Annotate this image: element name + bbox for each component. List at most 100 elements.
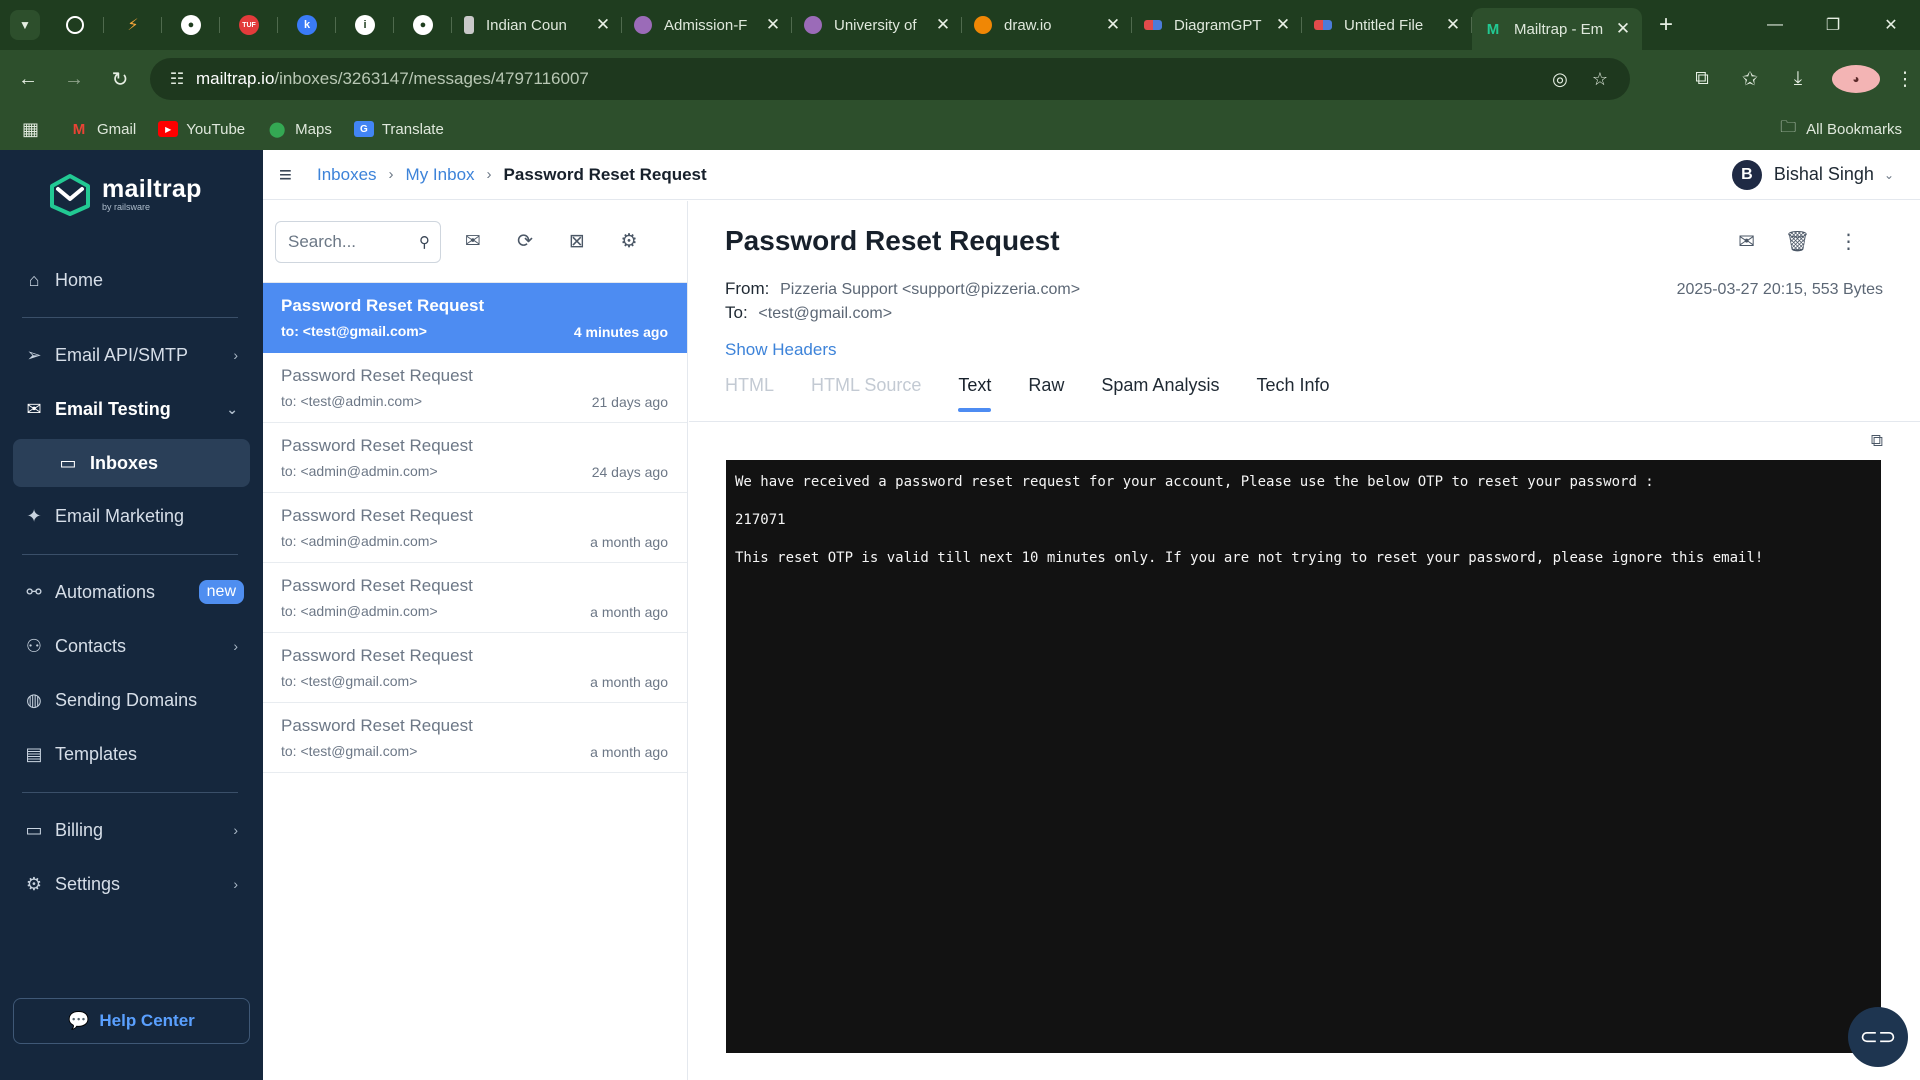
pinned-tab[interactable]: k [278, 0, 336, 50]
search-icon[interactable]: ⚲ [419, 233, 430, 251]
extensions-icon[interactable]: ⧉ [1678, 68, 1726, 90]
browser-tab[interactable]: DiagramGPT ✕ [1132, 0, 1302, 50]
hamburger-menu-icon[interactable]: ≡ [279, 162, 303, 188]
menu-icon[interactable]: ⋮ [1890, 68, 1920, 91]
pinned-tab[interactable]: ● [162, 0, 220, 50]
bookmark-maps[interactable]: ⬤ Maps [267, 121, 332, 139]
browser-tab[interactable]: Untitled File ✕ [1302, 0, 1472, 50]
sidebar-item-billing[interactable]: ▭ Billing › [14, 807, 250, 853]
forward-mail-icon[interactable]: ✉ [1721, 229, 1772, 254]
apps-grid-icon[interactable]: ▦ [22, 119, 39, 140]
pinned-tab[interactable]: ● [394, 0, 452, 50]
close-tab-icon[interactable]: ✕ [1444, 15, 1462, 35]
pinned-tab[interactable]: ⚡ [104, 0, 162, 50]
message-row[interactable]: Password Reset Request to: <test@gmail.c… [263, 633, 687, 703]
sidebar-item-label: Templates [55, 743, 138, 764]
pinned-tab[interactable]: TUF [220, 0, 278, 50]
tab-text[interactable]: Text [958, 375, 992, 412]
trash-icon[interactable]: 🗑 [1772, 229, 1823, 254]
refresh-icon[interactable]: ⟳ [499, 230, 551, 253]
new-tab-button[interactable]: + [1648, 7, 1684, 43]
mailtrap-logo[interactable]: mailtrap by railsware [48, 172, 202, 216]
close-tab-icon[interactable]: ✕ [1104, 15, 1122, 35]
close-window-icon[interactable]: ✕ [1862, 0, 1920, 50]
close-tab-icon[interactable]: ✕ [1614, 19, 1632, 39]
sidebar-item-automations[interactable]: ⚯ Automations new [14, 569, 250, 615]
tab-raw[interactable]: Raw [1028, 375, 1064, 408]
close-tab-icon[interactable]: ✕ [594, 15, 612, 35]
eye-off-icon[interactable]: ◎ [1540, 69, 1580, 90]
more-options-icon[interactable]: ⋮ [1823, 229, 1874, 254]
tab-html-source[interactable]: HTML Source [811, 375, 921, 408]
tab-html[interactable]: HTML [725, 375, 774, 408]
sidebar-item-home[interactable]: ⌂ Home [14, 257, 250, 303]
sidebar-item-email-marketing[interactable]: ✦ Email Marketing [14, 493, 250, 539]
message-row[interactable]: Password Reset Request to: <test@admin.c… [263, 353, 687, 423]
all-bookmarks[interactable]: 🗀 All Bookmarks [1780, 116, 1902, 143]
university-icon [634, 16, 652, 34]
reload-icon[interactable]: ↻ [100, 59, 140, 99]
sidebar-item-inboxes[interactable]: ▭ Inboxes [13, 439, 250, 487]
sidebar-item-sending-domains[interactable]: ◍ Sending Domains [14, 677, 250, 723]
close-tab-icon[interactable]: ✕ [764, 15, 782, 35]
message-row-selected[interactable]: Password Reset Request to: <test@gmail.c… [263, 283, 687, 353]
open-external-icon[interactable]: ⧉ [1871, 431, 1883, 451]
close-tab-icon[interactable]: ✕ [1274, 15, 1292, 35]
message-row[interactable]: Password Reset Request to: <admin@admin.… [263, 493, 687, 563]
bookmark-gmail[interactable]: M Gmail [69, 121, 136, 138]
message-row[interactable]: Password Reset Request to: <admin@admin.… [263, 563, 687, 633]
tab-search-button[interactable]: ▼ [10, 10, 40, 40]
gear-icon[interactable]: ⚙ [603, 230, 655, 253]
message-row[interactable]: Password Reset Request to: <test@gmail.c… [263, 703, 687, 773]
restore-icon[interactable]: ❐ [1804, 0, 1862, 50]
from-value: Pizzeria Support <support@pizzeria.com> [780, 281, 1081, 298]
mark-read-icon[interactable]: ✉ [447, 230, 499, 253]
bookmark-translate[interactable]: G Translate [353, 121, 444, 138]
sidebar-item-email-api[interactable]: ➢ Email API/SMTP › [14, 332, 250, 378]
chevron-right-icon: › [233, 822, 238, 838]
breadcrumb-my-inbox[interactable]: My Inbox [406, 165, 475, 185]
sidebar-item-templates[interactable]: ▤ Templates [14, 731, 250, 777]
bookmark-youtube[interactable]: ▶ YouTube [158, 121, 245, 138]
tab-title: draw.io [1004, 16, 1052, 34]
pinned-tab[interactable] [46, 0, 104, 50]
chevron-right-icon: › [388, 166, 394, 183]
tab-tech-info[interactable]: Tech Info [1256, 375, 1329, 408]
chevron-right-icon: › [233, 876, 238, 892]
breadcrumb-inboxes[interactable]: Inboxes [317, 165, 377, 185]
tab-spam-analysis[interactable]: Spam Analysis [1101, 375, 1219, 408]
bookmark-star-icon[interactable]: ☆ [1580, 69, 1620, 90]
sidebar-item-contacts[interactable]: ⚇ Contacts › [14, 623, 250, 669]
sidebar-item-email-testing[interactable]: ✉ Email Testing ⌄ [14, 386, 250, 432]
url-text[interactable]: mailtrap.io/inboxes/3263147/messages/479… [196, 69, 589, 89]
sidebar-item-label: Billing [55, 819, 104, 840]
sidebar-item-settings[interactable]: ⚙ Settings › [14, 861, 250, 907]
show-headers-link[interactable]: Show Headers [725, 340, 837, 360]
billing-icon: ▭ [25, 819, 43, 840]
browser-tab[interactable]: draw.io ✕ [962, 0, 1132, 50]
url-path: /inboxes/3263147/messages/4797116007 [274, 69, 589, 88]
browser-tab-active[interactable]: M Mailtrap - Em ✕ [1472, 8, 1642, 50]
close-tab-icon[interactable]: ✕ [934, 15, 952, 35]
message-row[interactable]: Password Reset Request to: <admin@admin.… [263, 423, 687, 493]
eraser-icon [1144, 20, 1162, 30]
forward-icon[interactable]: → [54, 59, 94, 99]
pinned-tab[interactable]: i [336, 0, 394, 50]
browser-tab[interactable]: Indian Coun ✕ [452, 0, 622, 50]
bookmarks-icon[interactable]: ✩ [1726, 68, 1774, 91]
search-box[interactable]: ⚲ [275, 220, 441, 263]
back-icon[interactable]: ← [8, 59, 48, 99]
window-controls: — ❐ ✕ [1746, 0, 1920, 50]
user-menu[interactable]: B Bishal Singh ⌄ [1731, 159, 1894, 190]
clear-inbox-icon[interactable]: ⊠ [551, 230, 603, 253]
browser-tab[interactable]: Admission-F ✕ [622, 0, 792, 50]
browser-tab[interactable]: University of ✕ [792, 0, 962, 50]
minimize-icon[interactable]: — [1746, 0, 1804, 50]
chat-widget-button[interactable]: ⊂⊃ [1848, 1007, 1908, 1067]
site-info-icon[interactable]: ☷ [160, 69, 194, 89]
address-bar[interactable]: ☷ mailtrap.io/inboxes/3263147/messages/4… [150, 58, 1630, 100]
download-icon[interactable]: ⤓ [1774, 68, 1822, 90]
search-input[interactable] [288, 231, 408, 252]
profile-avatar[interactable]: ◕ [1832, 65, 1880, 93]
help-center-button[interactable]: 💬 Help Center [13, 998, 250, 1044]
